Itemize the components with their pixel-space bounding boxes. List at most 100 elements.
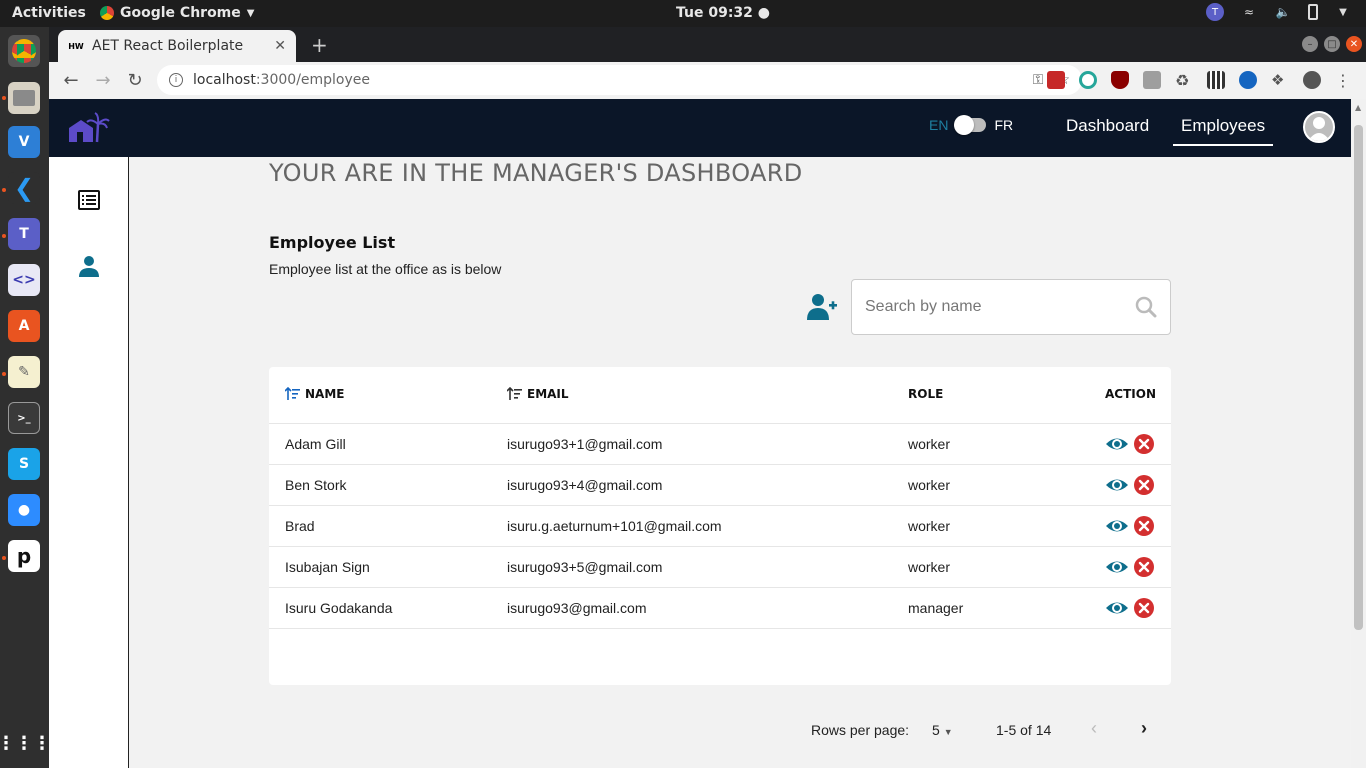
- maximize-button[interactable]: □: [1324, 36, 1340, 52]
- skype-launcher-icon[interactable]: S: [8, 448, 40, 480]
- address-bar[interactable]: i localhost:3000/employee ⚿ ☆: [157, 65, 1082, 95]
- section-description: Employee list at the office as is below: [269, 261, 502, 277]
- rows-per-page-label: Rows per page:: [811, 722, 910, 738]
- next-page-button[interactable]: ›: [1141, 718, 1147, 739]
- employee-table: NAME EMAIL ROLE ACTION Adam Gill isurugo9…: [269, 367, 1171, 685]
- delete-icon[interactable]: [1133, 474, 1155, 496]
- back-button[interactable]: ←: [61, 70, 81, 91]
- clock[interactable]: Tue 09:32 ●: [676, 5, 770, 21]
- forward-button[interactable]: →: [93, 70, 113, 91]
- lang-fr-label: FR: [994, 117, 1014, 133]
- view-eye-icon[interactable]: [1105, 515, 1129, 537]
- close-window-button[interactable]: ✕: [1346, 36, 1362, 52]
- system-tray[interactable]: T ≈ 🔈 ▼: [1206, 3, 1352, 21]
- chrome-launcher-icon[interactable]: [8, 35, 40, 67]
- new-tab-button[interactable]: +: [311, 33, 328, 57]
- delete-icon[interactable]: [1133, 597, 1155, 619]
- code-editor-launcher-icon[interactable]: <>: [8, 264, 40, 296]
- extension-icon[interactable]: [1143, 71, 1161, 89]
- cell-name: Adam Gill: [285, 436, 346, 452]
- scroll-up-icon[interactable]: ▲: [1355, 103, 1361, 112]
- house-logo-icon[interactable]: [67, 112, 111, 144]
- column-header-email[interactable]: EMAIL: [507, 387, 569, 401]
- view-eye-icon[interactable]: [1105, 474, 1129, 496]
- browser-tab[interactable]: HW AET React Boilerplate ✕: [58, 30, 296, 62]
- app-menu-label: Google Chrome: [120, 5, 241, 21]
- cell-email: isurugo93+4@gmail.com: [507, 477, 663, 493]
- recycle-icon[interactable]: ♻: [1175, 71, 1193, 90]
- battery-icon[interactable]: [1308, 4, 1318, 20]
- column-header-role: ROLE: [908, 387, 944, 401]
- tab-favicon: HW: [68, 41, 84, 51]
- sort-icon[interactable]: [285, 387, 300, 401]
- page-title: YOUR ARE IN THE MANAGER'S DASHBOARD: [269, 159, 803, 187]
- qr-icon[interactable]: [1207, 71, 1225, 89]
- cell-email: isurugo93+5@gmail.com: [507, 559, 663, 575]
- wifi-icon[interactable]: ≈: [1240, 3, 1258, 21]
- running-indicator: [2, 188, 6, 192]
- rows-per-page-select[interactable]: 5 ▼: [932, 722, 953, 738]
- previous-page-button[interactable]: ‹: [1091, 718, 1097, 739]
- teams-launcher-icon[interactable]: T: [8, 218, 40, 250]
- delete-icon[interactable]: [1133, 556, 1155, 578]
- add-user-icon[interactable]: [807, 293, 837, 321]
- show-apps-icon[interactable]: ⋮⋮⋮: [0, 727, 51, 759]
- page-scrollbar[interactable]: ▲: [1351, 99, 1366, 768]
- software-center-launcher-icon[interactable]: A: [8, 310, 40, 342]
- row-actions: [1105, 433, 1155, 455]
- files-launcher-icon[interactable]: [8, 82, 40, 114]
- nav-employees[interactable]: Employees: [1173, 116, 1274, 146]
- reload-button[interactable]: ↻: [125, 70, 145, 91]
- table-header: NAME EMAIL ROLE ACTION: [269, 367, 1171, 424]
- cell-role: worker: [908, 559, 951, 575]
- list-icon[interactable]: [78, 189, 100, 211]
- nav-dashboard[interactable]: Dashboard: [1066, 116, 1149, 136]
- scrollbar-thumb[interactable]: [1354, 125, 1363, 630]
- cell-role: worker: [908, 436, 951, 452]
- volume-icon[interactable]: 🔈: [1274, 3, 1292, 21]
- text-editor-launcher-icon[interactable]: ✎: [8, 356, 40, 388]
- delete-icon[interactable]: [1133, 515, 1155, 537]
- search-icon[interactable]: [1135, 296, 1157, 318]
- running-indicator: [2, 96, 6, 100]
- ublock-icon[interactable]: [1111, 71, 1129, 89]
- delete-icon[interactable]: [1133, 433, 1155, 455]
- site-info-icon[interactable]: i: [169, 73, 183, 87]
- profile-avatar[interactable]: [1303, 71, 1321, 89]
- column-header-name[interactable]: NAME: [285, 387, 344, 401]
- puzzle-icon[interactable]: ❖: [1271, 71, 1289, 89]
- view-eye-icon[interactable]: [1105, 433, 1129, 455]
- activities-button[interactable]: Activities: [12, 5, 86, 21]
- cell-name: Isubajan Sign: [285, 559, 370, 575]
- chevron-down-icon: ▼: [246, 7, 255, 19]
- table-row: Ben Stork isurugo93+4@gmail.com worker: [269, 465, 1171, 506]
- vnc-launcher-icon[interactable]: V: [8, 126, 40, 158]
- chevron-down-icon[interactable]: ▼: [1334, 3, 1352, 21]
- language-toggle[interactable]: EN FR: [929, 115, 1014, 135]
- sort-icon[interactable]: [507, 387, 522, 401]
- extension-icon[interactable]: [1239, 71, 1257, 89]
- app-menu[interactable]: Google Chrome ▼: [100, 5, 254, 21]
- search-box[interactable]: [851, 279, 1171, 335]
- vscode-launcher-icon[interactable]: ❮: [8, 172, 40, 204]
- extension-icon[interactable]: [1047, 71, 1065, 89]
- os-top-bar: Activities Google Chrome ▼ Tue 09:32 ● T…: [0, 0, 1366, 27]
- person-icon[interactable]: [78, 255, 100, 277]
- user-avatar[interactable]: [1303, 111, 1335, 143]
- zoom-launcher-icon[interactable]: ●: [8, 494, 40, 526]
- key-icon[interactable]: ⚿: [1033, 72, 1044, 88]
- terminal-launcher-icon[interactable]: >_: [8, 402, 40, 434]
- kebab-menu-icon[interactable]: ⋮: [1335, 71, 1353, 90]
- view-eye-icon[interactable]: [1105, 597, 1129, 619]
- minimize-button[interactable]: –: [1302, 36, 1318, 52]
- tab-close-icon[interactable]: ✕: [274, 38, 286, 54]
- teams-tray-icon[interactable]: T: [1206, 3, 1224, 21]
- search-input[interactable]: [865, 298, 1135, 316]
- cell-email: isurugo93+1@gmail.com: [507, 436, 663, 452]
- dock: V ❮ T <> A ✎ >_ S ● p ⋮⋮⋮: [0, 27, 51, 768]
- postman-launcher-icon[interactable]: p: [8, 540, 40, 572]
- view-eye-icon[interactable]: [1105, 556, 1129, 578]
- extension-icon[interactable]: [1079, 71, 1097, 89]
- language-switch[interactable]: [954, 115, 987, 135]
- table-row: Isuru Godakanda isurugo93@gmail.com manage…: [269, 588, 1171, 629]
